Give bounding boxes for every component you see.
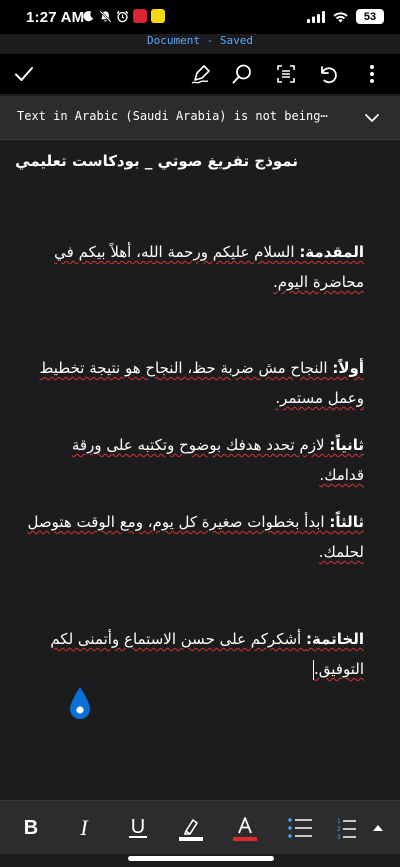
- font-color-button[interactable]: [232, 814, 258, 842]
- formatting-toolbar: B I U 1 2 3: [0, 800, 400, 854]
- bold-button[interactable]: B: [20, 814, 42, 842]
- cursor-handle-icon[interactable]: [68, 686, 92, 720]
- alarm-icon: [116, 10, 129, 22]
- language-proofing-banner[interactable]: Text in Arabic (Saudi Arabia) is not bei…: [0, 96, 400, 140]
- status-bar: 1:27 AM 53: [0, 0, 400, 34]
- italic-button[interactable]: I: [76, 814, 92, 842]
- more-button[interactable]: [360, 62, 384, 86]
- chevron-down-icon[interactable]: [364, 110, 380, 126]
- expand-toolbar-button[interactable]: [370, 814, 386, 842]
- font-color-icon: [233, 817, 257, 841]
- paragraph-first[interactable]: أولاً: النجاح مش ضربة حظ، النجاح هو نتيج…: [24, 353, 364, 413]
- bullets-icon: [288, 818, 312, 838]
- paragraph-intro[interactable]: المقدمة: السلام عليكم ورحمة الله، أهلاً …: [24, 237, 364, 297]
- status-time: 1:27 AM: [26, 9, 85, 26]
- underline-glyph: U: [128, 816, 148, 838]
- paragraph-label: أولاً:: [332, 359, 364, 377]
- search-button[interactable]: [230, 62, 254, 86]
- paragraph-label: ثالثاً:: [329, 513, 364, 531]
- pen-icon: [191, 65, 210, 84]
- do-not-disturb-icon: [83, 10, 94, 21]
- paragraph-text: النجاح مش ضربة حظ، النجاح هو نتيجة تخطيط…: [39, 359, 364, 407]
- svg-text:2: 2: [337, 826, 341, 833]
- highlight-button[interactable]: [178, 814, 204, 842]
- reading-mode-button[interactable]: [274, 62, 298, 86]
- paragraph-conclusion[interactable]: الخاتمة: أشكركم على حسن الاستماع وأتمنى …: [24, 624, 364, 684]
- numbering-icon: 1 2 3: [337, 818, 356, 840]
- highlighter-icon: [179, 819, 203, 841]
- paragraph-label: المقدمة:: [299, 243, 364, 261]
- paragraph-label: ثانياً:: [329, 436, 364, 454]
- paragraph-label: الخاتمة:: [305, 630, 364, 648]
- top-toolbar: [0, 54, 400, 94]
- svg-text:3: 3: [337, 834, 341, 840]
- cellular-signal-icon: [307, 10, 325, 23]
- status-left-icons: [82, 9, 165, 23]
- paragraph-text: لازم تحدد هدفك بوضوح وتكتبه على ورقة قدا…: [71, 436, 364, 484]
- underline-button[interactable]: U: [127, 814, 149, 842]
- more-icon: [370, 65, 374, 83]
- paragraph-text: ابدأ بخطوات صغيرة كل يوم، ومع الوقت هتوص…: [27, 513, 364, 561]
- checkmark-icon: [15, 67, 33, 81]
- undo-icon: [321, 66, 337, 84]
- svg-text:1: 1: [337, 818, 341, 825]
- search-icon: [232, 64, 251, 84]
- snapchat-icon: [151, 9, 165, 23]
- expand-up-icon: [373, 825, 383, 831]
- banner-message: Text in Arabic (Saudi Arabia) is not bei…: [17, 109, 328, 123]
- done-button[interactable]: [12, 62, 36, 86]
- draw-button[interactable]: [189, 62, 213, 86]
- reading-mode-icon: [277, 65, 295, 83]
- document-save-status: Document - Saved: [147, 34, 253, 47]
- paragraph-second[interactable]: ثانياً: لازم تحدد هدفك بوضوح وتكتبه على …: [24, 430, 364, 490]
- app-notification-icon: [133, 9, 147, 23]
- silent-bell-icon: [99, 10, 112, 22]
- paragraph-third[interactable]: ثالثاً: ابدأ بخطوات صغيرة كل يوم، ومع ال…: [24, 507, 364, 567]
- document-title[interactable]: نموذج تفريغ صوتي _ بودكاست تعليمي: [15, 152, 298, 170]
- status-right: 53: [307, 9, 384, 24]
- numbering-button[interactable]: 1 2 3: [337, 814, 357, 842]
- document-canvas[interactable]: نموذج تفريغ صوتي _ بودكاست تعليمي المقدم…: [0, 140, 400, 800]
- battery-indicator: 53: [356, 9, 384, 24]
- wifi-icon: [333, 11, 348, 22]
- bullets-button[interactable]: [287, 814, 313, 842]
- home-indicator: [128, 856, 274, 861]
- undo-button[interactable]: [316, 62, 340, 86]
